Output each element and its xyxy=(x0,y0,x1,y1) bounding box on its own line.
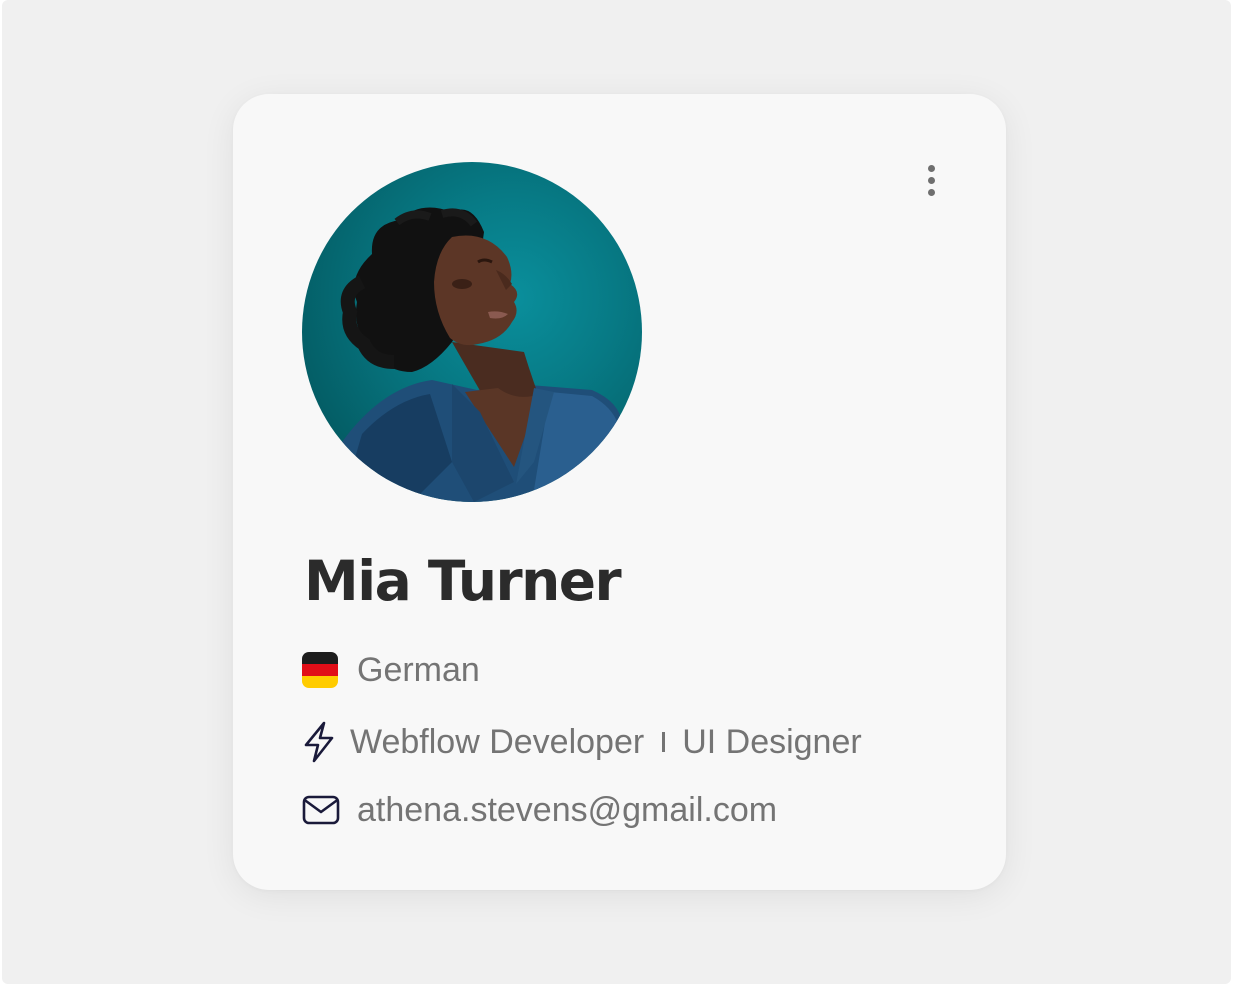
profile-name: Mia Turner xyxy=(304,549,622,613)
email-link[interactable]: athena.stevens@gmail.com xyxy=(357,791,777,830)
role-secondary-text: UI Designer xyxy=(682,722,862,761)
email-row: athena.stevens@gmail.com xyxy=(302,788,777,832)
menu-dot xyxy=(927,176,935,184)
more-vertical-icon xyxy=(927,164,935,172)
role-row: Webflow Developer UI Designer xyxy=(302,720,862,764)
role-separator xyxy=(662,732,666,752)
flag-germany-icon xyxy=(302,652,338,688)
lightning-bolt-icon xyxy=(304,721,334,763)
more-options-button[interactable] xyxy=(913,156,949,204)
profile-card: Mia Turner German Webflow Developer UI D… xyxy=(233,94,1006,890)
avatar-photo xyxy=(317,207,627,502)
language-row: German xyxy=(302,648,480,692)
page-background: Mia Turner German Webflow Developer UI D… xyxy=(2,0,1231,984)
menu-dot xyxy=(927,188,935,196)
role-primary-text: Webflow Developer xyxy=(350,722,645,761)
language-text: German xyxy=(357,650,480,689)
mail-envelope-icon xyxy=(302,795,340,825)
avatar xyxy=(302,162,642,502)
